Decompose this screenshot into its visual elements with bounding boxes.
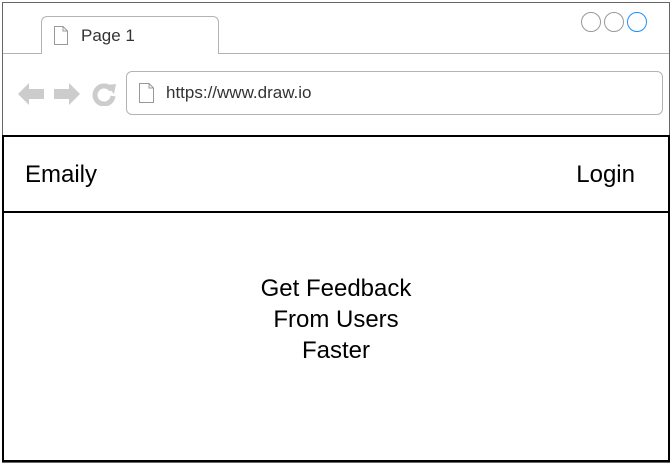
close-button[interactable]: [627, 12, 647, 32]
url-text: https://www.draw.io: [166, 83, 312, 102]
back-arrow-icon[interactable]: [18, 83, 44, 105]
minimize-button[interactable]: [581, 12, 601, 32]
hero-line: Faster: [301, 337, 370, 364]
brand-logo-text[interactable]: Emaily: [25, 161, 97, 189]
browser-window: Page 1 https://www.draw.io Emaily Login …: [2, 2, 670, 463]
site-header: Emaily Login: [3, 135, 669, 213]
hero-line: Get Feedback: [260, 275, 412, 302]
hero-line: From Users: [273, 306, 399, 333]
reload-icon[interactable]: [92, 82, 116, 106]
hero-headline: Get Feedback From Users Faster: [3, 273, 669, 366]
tab-page-1[interactable]: Page 1: [41, 16, 219, 54]
address-bar[interactable]: https://www.draw.io: [126, 71, 663, 115]
forward-arrow-icon[interactable]: [54, 83, 80, 105]
login-link[interactable]: Login: [576, 161, 635, 189]
page-bottom-border: [3, 460, 669, 462]
tab-label: Page 1: [81, 26, 135, 45]
page-icon: [139, 83, 154, 103]
page-icon: [54, 26, 68, 45]
maximize-button[interactable]: [604, 12, 624, 32]
